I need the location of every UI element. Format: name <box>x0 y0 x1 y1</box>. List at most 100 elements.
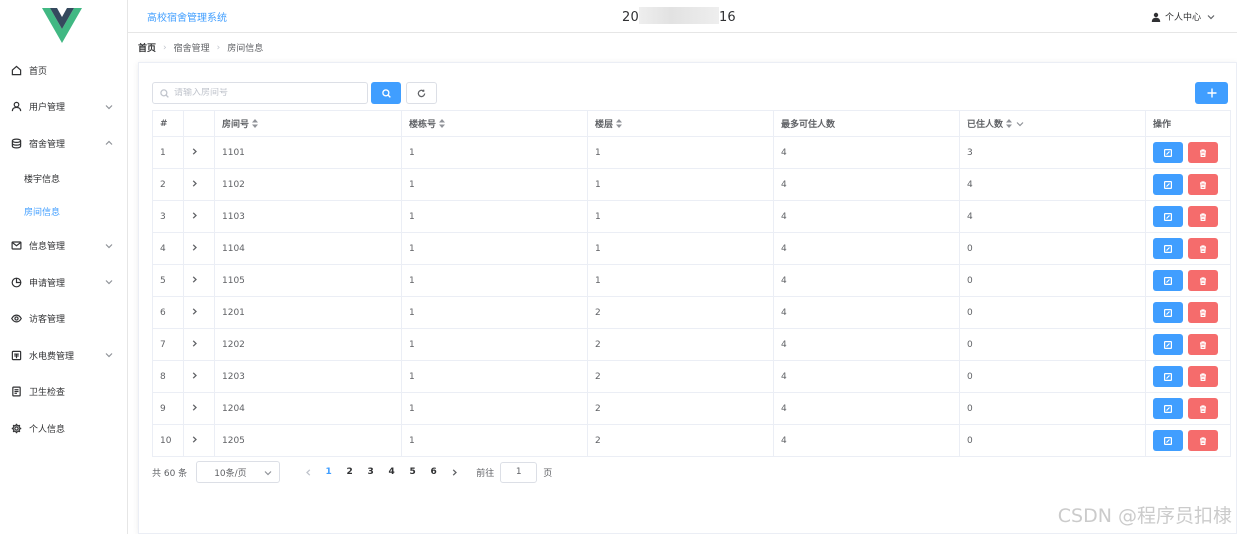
page-size-select[interactable]: 10条/页 <box>196 461 281 483</box>
cell-floor: 1 <box>587 200 774 233</box>
cell-expand[interactable] <box>183 296 215 329</box>
goto-page-input[interactable] <box>500 461 538 483</box>
cell-expand[interactable] <box>183 200 215 233</box>
sort-icon[interactable] <box>439 119 446 128</box>
chevron-right-icon[interactable] <box>191 371 198 379</box>
edit-button[interactable] <box>1153 334 1183 355</box>
page-button[interactable]: 6 <box>423 467 444 477</box>
column-header-building-number[interactable]: 楼栋号 <box>401 110 588 137</box>
sidebar-item-label: 宿舍管理 <box>29 139 66 150</box>
page-button[interactable]: 4 <box>381 467 402 477</box>
room-search-input[interactable] <box>174 88 354 98</box>
delete-button[interactable] <box>1188 334 1218 355</box>
sidebar-item-utility-fee-management[interactable]: 水电费管理 <box>0 337 127 374</box>
chevron-right-icon[interactable] <box>191 307 198 315</box>
user-center-dropdown[interactable]: 个人中心 <box>1151 10 1215 23</box>
app-title: 高校宿舍管理系统 <box>147 13 227 24</box>
edit-button[interactable] <box>1153 174 1183 195</box>
delete-button[interactable] <box>1188 430 1218 451</box>
sidebar-item-application-management[interactable]: 申请管理 <box>0 264 127 301</box>
page-button[interactable]: 5 <box>402 467 423 477</box>
delete-button[interactable] <box>1188 206 1218 227</box>
edit-button[interactable] <box>1153 206 1183 227</box>
edit-button[interactable] <box>1153 142 1183 163</box>
sidebar-item-home[interactable]: 首页 <box>0 52 127 89</box>
cell-expand[interactable] <box>183 360 215 393</box>
message-icon <box>10 240 22 252</box>
prev-page-button[interactable] <box>303 467 313 477</box>
table-row: 9 1204 1 2 4 0 <box>152 392 1231 425</box>
next-page-button[interactable] <box>449 467 459 477</box>
sidebar-item-label: 水电费管理 <box>29 351 75 362</box>
delete-button[interactable] <box>1188 174 1218 195</box>
sidebar-item-dorm-management[interactable]: 宿舍管理 <box>0 125 127 162</box>
cell-index: 4 <box>152 232 184 265</box>
delete-button[interactable] <box>1188 142 1218 163</box>
cell-expand[interactable] <box>183 392 215 425</box>
search-button[interactable] <box>371 82 401 104</box>
column-header-current-occupants[interactable]: 已住人数 <box>959 110 1146 137</box>
edit-icon <box>1164 276 1172 285</box>
chevron-right-icon[interactable] <box>191 403 198 411</box>
page-button[interactable]: 2 <box>339 467 360 477</box>
edit-button[interactable] <box>1153 366 1183 387</box>
filter-dropdown-icon[interactable] <box>1016 120 1024 128</box>
edit-button[interactable] <box>1153 238 1183 259</box>
sidebar-item-visitor-management[interactable]: 访客管理 <box>0 301 127 338</box>
cell-expand[interactable] <box>183 232 215 265</box>
column-header-label: 已住人数 <box>967 120 1004 130</box>
sidebar-item-info-management[interactable]: 信息管理 <box>0 228 127 265</box>
sidebar-item-personal-info[interactable]: 个人信息 <box>0 410 127 447</box>
cell-expand[interactable] <box>183 168 215 201</box>
sort-icon[interactable] <box>252 119 259 128</box>
delete-button[interactable] <box>1188 398 1218 419</box>
breadcrumb-room-info: 房间信息 <box>227 44 264 54</box>
chevron-right-icon[interactable] <box>191 275 198 283</box>
delete-button[interactable] <box>1188 302 1218 323</box>
column-header-index: # <box>152 110 184 137</box>
edit-button[interactable] <box>1153 302 1183 323</box>
page-button[interactable]: 1 <box>318 467 339 477</box>
column-header-room-number[interactable]: 房间号 <box>214 110 402 137</box>
cell-building-number: 1 <box>401 328 588 361</box>
room-search-input-wrapper[interactable] <box>152 82 368 104</box>
chevron-down-icon <box>105 351 113 359</box>
cell-actions <box>1145 200 1231 233</box>
cell-room-number: 1201 <box>214 296 402 329</box>
sort-icon[interactable] <box>1006 119 1013 128</box>
gear-icon <box>10 422 22 434</box>
sidebar-item-hygiene-check[interactable]: 卫生检查 <box>0 374 127 411</box>
cell-floor: 2 <box>587 424 774 457</box>
chevron-right-icon[interactable] <box>191 211 198 219</box>
chevron-right-icon[interactable] <box>191 435 198 443</box>
chevron-right-icon[interactable] <box>191 179 198 187</box>
breadcrumb-home[interactable]: 首页 <box>138 41 156 54</box>
delete-button[interactable] <box>1188 238 1218 259</box>
page-button[interactable]: 3 <box>360 467 381 477</box>
edit-icon <box>1164 340 1172 349</box>
cell-index: 8 <box>152 360 184 393</box>
chevron-right-icon[interactable] <box>191 243 198 251</box>
edit-button[interactable] <box>1153 430 1183 451</box>
sidebar-subitem-building-info[interactable]: 楼宇信息 <box>0 162 127 195</box>
edit-button[interactable] <box>1153 270 1183 291</box>
cell-floor: 2 <box>587 328 774 361</box>
sort-icon[interactable] <box>616 119 623 128</box>
sidebar-subitem-room-info[interactable]: 房间信息 <box>0 195 127 228</box>
reset-button[interactable] <box>406 82 437 104</box>
sidebar-item-user-management[interactable]: 用户管理 <box>0 89 127 126</box>
column-header-floor[interactable]: 楼层 <box>587 110 774 137</box>
chevron-right-icon[interactable] <box>191 339 198 347</box>
add-room-button[interactable] <box>1195 82 1228 104</box>
vue-logo[interactable] <box>42 8 82 44</box>
chevron-right-icon[interactable] <box>191 147 198 155</box>
cell-expand[interactable] <box>183 328 215 361</box>
cell-expand[interactable] <box>183 136 215 169</box>
cell-max-capacity: 4 <box>773 168 960 201</box>
delete-button[interactable] <box>1188 366 1218 387</box>
table-row: 7 1202 1 2 4 0 <box>152 328 1231 361</box>
cell-expand[interactable] <box>183 264 215 297</box>
cell-expand[interactable] <box>183 424 215 457</box>
edit-button[interactable] <box>1153 398 1183 419</box>
delete-button[interactable] <box>1188 270 1218 291</box>
